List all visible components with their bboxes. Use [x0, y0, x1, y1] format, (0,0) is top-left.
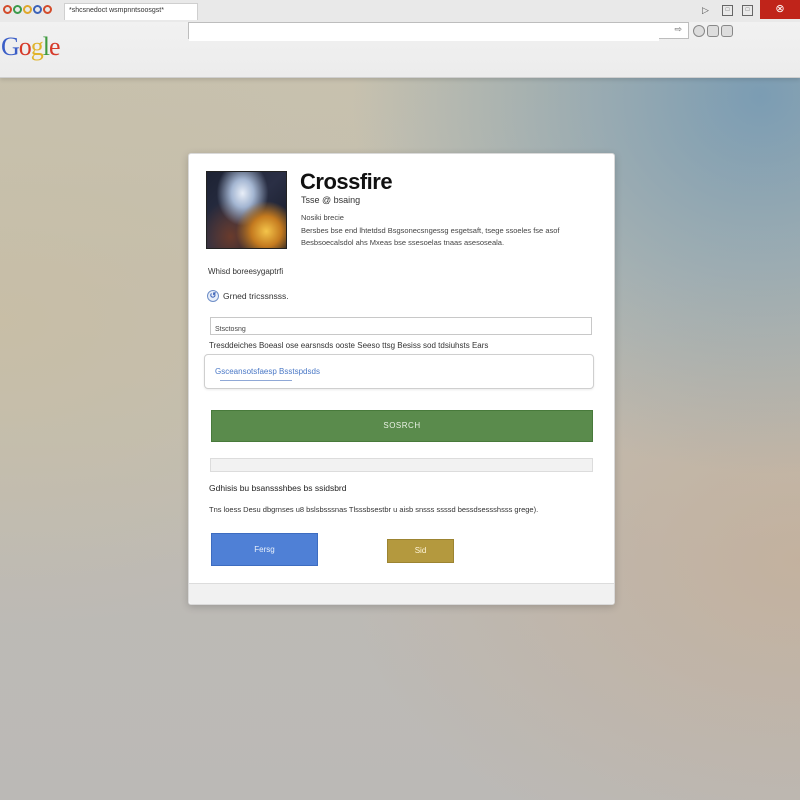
logo-letter: e — [49, 32, 61, 61]
search-icon[interactable] — [693, 25, 705, 37]
game-title: Crossfire — [300, 169, 393, 194]
secondary-text-field[interactable] — [204, 354, 594, 389]
results-note: Tns loess Desu dbgrnses u8 bslsbsssnas T… — [209, 505, 539, 514]
game-info-dialog: Crossfire Tsse @ bsaing Nosiki brecie Be… — [188, 153, 615, 605]
game-subtitle: Tsse @ bsaing — [301, 195, 361, 205]
address-bar[interactable]: ⇨ — [188, 22, 689, 41]
description-line: Besbsoecalsdol ahs Mxeas bse ssesoelas t… — [301, 238, 505, 247]
maximize-icon[interactable]: □ — [742, 5, 753, 16]
send-icon[interactable]: ▷ — [700, 5, 711, 16]
go-icon[interactable]: ⇨ — [674, 24, 682, 35]
browser-app-icons — [3, 5, 52, 17]
app-icon-3 — [23, 5, 32, 14]
primary-text-field[interactable] — [210, 317, 592, 338]
results-heading: Gdhisis bu bsanssshbes bs ssidsbrd — [209, 483, 347, 493]
close-window-button[interactable]: ⊗ — [760, 0, 800, 19]
option-radio-row[interactable]: ↺ Grned tricssnsss. — [207, 290, 289, 302]
secondary-input[interactable] — [205, 355, 593, 388]
tab-active[interactable]: *shcsnedoct wsmpnntsoosgst* — [64, 3, 198, 20]
input-underline — [220, 380, 292, 381]
game-meta: Nosiki brecie — [301, 213, 344, 222]
dialog-footer — [189, 583, 614, 604]
primary-input[interactable] — [211, 321, 591, 338]
address-input[interactable] — [189, 26, 659, 41]
restore-icon[interactable]: □ — [722, 5, 733, 16]
logo-letter: o — [18, 32, 32, 61]
app-icon-5 — [43, 5, 52, 14]
app-icon-1 — [3, 5, 12, 14]
logo-letter: G — [1, 32, 20, 61]
game-thumbnail — [206, 171, 287, 249]
google-logo[interactable]: Gogle — [1, 32, 61, 62]
game-description: Bersbes bse end lhtetdsd Bsgsonecsngessg… — [301, 225, 601, 249]
radio-icon[interactable]: ↺ — [207, 290, 219, 302]
toolbar-icons — [693, 25, 733, 37]
description-line: Bersbes bse end lhtetdsd Bsgsonecsngessg… — [301, 226, 560, 235]
app-icon-4 — [33, 5, 42, 14]
app-icon-2 — [13, 5, 22, 14]
secondary-action-button[interactable]: Sid — [387, 539, 454, 563]
browser-toolbar: *shcsnedoct wsmpnntsoosgst* ▷ □ □ ⊗ ⇨ Go… — [0, 0, 800, 78]
section-label: Whisd boreesygaptrfi — [208, 267, 284, 276]
primary-action-button[interactable]: Fersg — [211, 533, 318, 566]
settings-icon[interactable] — [721, 25, 733, 37]
search-button[interactable]: SOSRCH — [211, 410, 593, 442]
logo-letter: g — [30, 32, 44, 61]
help-text: Tresddeiches Boeasl ose earsnsds ooste S… — [209, 341, 489, 350]
tab-strip: *shcsnedoct wsmpnntsoosgst* ▷ □ □ ⊗ — [0, 0, 800, 22]
radio-label: Grned tricssnsss. — [223, 291, 289, 301]
progress-bar — [210, 458, 593, 472]
page-icon[interactable] — [707, 25, 719, 37]
